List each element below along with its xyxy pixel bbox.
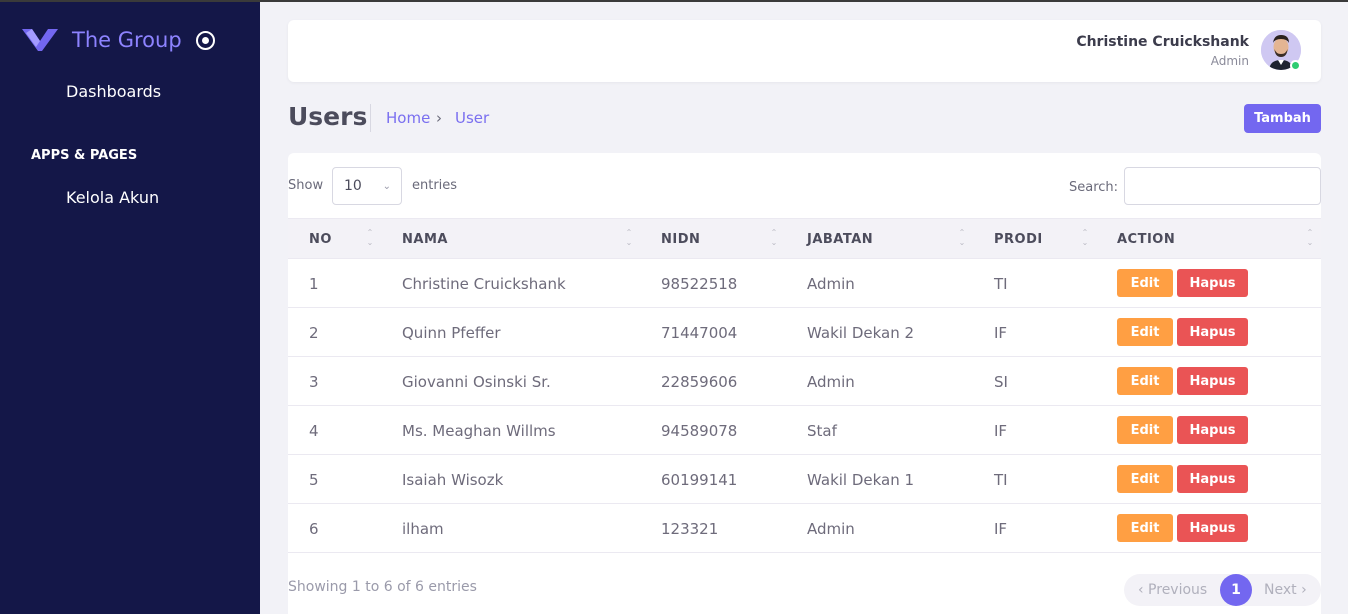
user-role: Admin	[1210, 54, 1249, 68]
cell-prodi: TI	[994, 275, 1008, 293]
chevron-right-icon: ›	[436, 109, 442, 127]
column-header-jabatan[interactable]: JABATAN	[807, 232, 873, 247]
table-row: 6 ilham 123321 Admin IF Edit Hapus	[288, 504, 1321, 553]
sidebar: The Group Dashboards APPS & PAGES Kelola…	[0, 2, 260, 614]
table-row: 1 Christine Cruickshank 98522518 Admin T…	[288, 259, 1321, 308]
cell-jabatan: Admin	[807, 520, 855, 538]
cell-prodi: IF	[994, 422, 1008, 440]
edit-button[interactable]: Edit	[1117, 416, 1173, 444]
cell-nama: Giovanni Osinski Sr.	[402, 373, 551, 391]
cell-jabatan: Admin	[807, 275, 855, 293]
sort-icon[interactable]: ⌃ ⌄	[366, 228, 374, 248]
cell-jabatan: Staf	[807, 422, 837, 440]
cell-prodi: IF	[994, 520, 1008, 538]
edit-button[interactable]: Edit	[1117, 269, 1173, 297]
sidebar-item-kelola-akun[interactable]: Kelola Akun	[66, 188, 159, 207]
pagination: ‹ Previous 1 Next ›	[1124, 574, 1321, 606]
chevron-down-icon: ⌄	[382, 181, 391, 192]
pagination-previous[interactable]: ‹ Previous	[1138, 582, 1207, 598]
table-row: 5 Isaiah Wisozk 60199141 Wakil Dekan 1 T…	[288, 455, 1321, 504]
add-user-button[interactable]: Tambah	[1244, 104, 1321, 133]
cell-prodi: IF	[994, 324, 1008, 342]
cell-no: 1	[309, 275, 319, 293]
cell-no: 3	[309, 373, 319, 391]
cell-nama: Isaiah Wisozk	[402, 471, 504, 489]
cell-nidn: 98522518	[661, 275, 738, 293]
page-size-value: 10	[344, 178, 362, 194]
top-navbar: Christine Cruickshank Admin	[288, 20, 1321, 82]
cell-nidn: 123321	[661, 520, 719, 538]
sidebar-section-header: APPS & PAGES	[31, 148, 138, 163]
cell-no: 4	[309, 422, 319, 440]
cell-jabatan: Wakil Dekan 2	[807, 324, 915, 342]
table-header: NO ⌃ ⌄ NAMA ⌃ ⌄ NIDN ⌃ ⌄ JABATAN ⌃ ⌄ PRODI ⌃…	[288, 218, 1321, 259]
cell-nidn: 94589078	[661, 422, 738, 440]
table-row: 4 Ms. Meaghan Willms 94589078 Staf IF Ed…	[288, 406, 1321, 455]
sort-icon[interactable]: ⌃ ⌄	[958, 228, 966, 248]
show-label: Show	[288, 178, 324, 193]
cell-nidn: 60199141	[661, 471, 738, 489]
search-label: Search:	[1069, 180, 1119, 195]
cell-nidn: 22859606	[661, 373, 738, 391]
edit-button[interactable]: Edit	[1117, 514, 1173, 542]
sort-icon[interactable]: ⌃ ⌄	[625, 228, 633, 248]
table-info: Showing 1 to 6 of 6 entries	[288, 579, 477, 595]
cell-nama: Ms. Meaghan Willms	[402, 422, 556, 440]
column-header-no[interactable]: NO	[309, 232, 332, 247]
cell-no: 2	[309, 324, 319, 342]
delete-button[interactable]: Hapus	[1177, 465, 1248, 493]
cell-jabatan: Wakil Dekan 1	[807, 471, 915, 489]
sort-icon[interactable]: ⌃ ⌄	[1306, 228, 1314, 248]
delete-button[interactable]: Hapus	[1177, 318, 1248, 346]
column-header-nidn[interactable]: NIDN	[661, 232, 700, 247]
cell-nama: ilham	[402, 520, 444, 538]
user-name[interactable]: Christine Cruickshank	[1076, 34, 1249, 50]
title-divider	[370, 104, 371, 132]
online-status-dot	[1290, 60, 1301, 71]
column-header-action: ACTION	[1117, 232, 1176, 247]
v-logo-icon	[22, 29, 58, 51]
cell-nama: Christine Cruickshank	[402, 275, 566, 293]
cell-prodi: TI	[994, 471, 1008, 489]
column-header-prodi[interactable]: PRODI	[994, 232, 1043, 247]
sort-icon[interactable]: ⌃ ⌄	[1081, 228, 1089, 248]
brand-name: The Group	[72, 28, 182, 52]
entries-label: entries	[412, 178, 458, 193]
cell-jabatan: Admin	[807, 373, 855, 391]
sidebar-item-dashboards[interactable]: Dashboards	[66, 82, 161, 101]
search-input[interactable]	[1124, 167, 1321, 205]
delete-button[interactable]: Hapus	[1177, 269, 1248, 297]
edit-button[interactable]: Edit	[1117, 318, 1173, 346]
breadcrumb-current: User	[455, 109, 490, 127]
delete-button[interactable]: Hapus	[1177, 514, 1248, 542]
users-table-card: Show 10 ⌄ entries Search: NO ⌃ ⌄ NAMA ⌃ ⌄ …	[288, 153, 1321, 614]
edit-button[interactable]: Edit	[1117, 465, 1173, 493]
table-row: 2 Quinn Pfeffer 71447004 Wakil Dekan 2 I…	[288, 308, 1321, 357]
cell-no: 5	[309, 471, 319, 489]
delete-button[interactable]: Hapus	[1177, 416, 1248, 444]
delete-button[interactable]: Hapus	[1177, 367, 1248, 395]
cell-prodi: SI	[994, 373, 1008, 391]
cell-no: 6	[309, 520, 319, 538]
pagination-page-1[interactable]: 1	[1220, 574, 1252, 606]
column-header-nama[interactable]: NAMA	[402, 232, 448, 247]
brand[interactable]: The Group	[22, 24, 215, 56]
pagination-next[interactable]: Next ›	[1264, 582, 1307, 598]
cell-nidn: 71447004	[661, 324, 738, 342]
edit-button[interactable]: Edit	[1117, 367, 1173, 395]
sort-icon[interactable]: ⌃ ⌄	[770, 228, 778, 248]
table-row: 3 Giovanni Osinski Sr. 22859606 Admin SI…	[288, 357, 1321, 406]
page-title: Users	[288, 102, 368, 131]
breadcrumb-home[interactable]: Home	[386, 109, 430, 127]
cell-nama: Quinn Pfeffer	[402, 324, 501, 342]
circle-dot-icon[interactable]	[195, 30, 215, 50]
page-size-select[interactable]: 10 ⌄	[332, 167, 402, 205]
